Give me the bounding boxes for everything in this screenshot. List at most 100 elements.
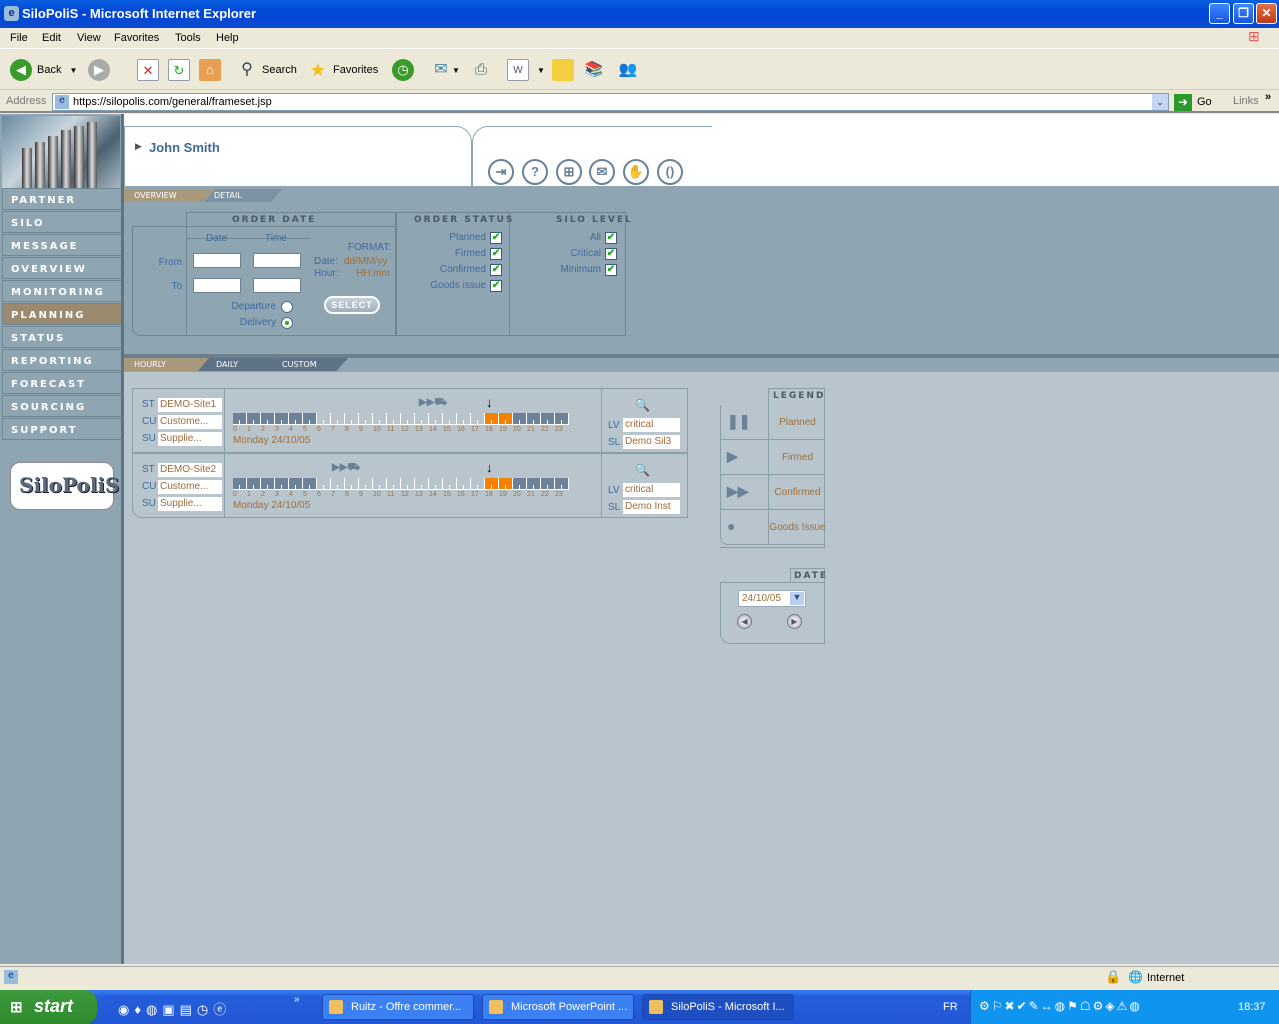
menu-tools[interactable]: Tools: [175, 32, 201, 44]
forward-button[interactable]: ▶: [88, 58, 110, 82]
tray-icons[interactable]: ⚙⚐✖✔✎↔◍⚑☖⚙◈⚠◍: [979, 999, 1142, 1013]
hour-cell[interactable]: [303, 413, 317, 425]
favorites-button[interactable]: ★ Favorites: [307, 58, 378, 82]
silo-level-checkbox[interactable]: ✔: [605, 264, 617, 276]
sidebar-item-partner[interactable]: PARTNER: [2, 188, 122, 210]
from-time-input[interactable]: [253, 253, 301, 268]
to-time-input[interactable]: [253, 278, 301, 293]
hour-cell[interactable]: [415, 413, 429, 425]
history-button[interactable]: ◷: [392, 58, 414, 82]
delivery-radio[interactable]: [281, 317, 293, 329]
sidebar-item-status[interactable]: STATUS: [2, 326, 122, 348]
url-input[interactable]: e https://silopolis.com/general/frameset…: [52, 93, 1169, 111]
hour-cell[interactable]: [457, 413, 471, 425]
hour-cell[interactable]: [359, 478, 373, 490]
hour-cell[interactable]: [513, 413, 527, 425]
hour-cell[interactable]: [555, 478, 569, 490]
hour-cell[interactable]: [499, 478, 513, 490]
taskbar-task[interactable]: SiloPoliS - Microsoft I...: [642, 994, 794, 1020]
menu-view[interactable]: View: [77, 32, 101, 44]
messenger-button[interactable]: 👥: [617, 58, 639, 82]
menu-favorites[interactable]: Favorites: [114, 32, 159, 44]
quick-launch-more-icon[interactable]: »: [294, 994, 300, 1005]
back-dropdown-icon[interactable]: ▼: [69, 66, 77, 75]
departure-radio[interactable]: [281, 301, 293, 313]
to-date-input[interactable]: [193, 278, 241, 293]
hour-cell[interactable]: [415, 478, 429, 490]
hour-cell[interactable]: [401, 478, 415, 490]
hour-cell[interactable]: [499, 413, 513, 425]
mail-icon[interactable]: ✉: [589, 159, 615, 185]
taskbar-task[interactable]: Ruitz - Offre commer...: [322, 994, 474, 1020]
print-button[interactable]: ⎙: [470, 58, 492, 82]
search-button[interactable]: ⚲ Search: [236, 58, 297, 82]
hour-cell[interactable]: [485, 413, 499, 425]
hour-cell[interactable]: [289, 478, 303, 490]
menu-help[interactable]: Help: [216, 32, 239, 44]
prev-date-button[interactable]: ◀: [737, 614, 752, 629]
hour-cell[interactable]: [443, 478, 457, 490]
hour-cell[interactable]: [373, 413, 387, 425]
sidebar-item-silo[interactable]: SILO: [2, 211, 122, 233]
help-icon[interactable]: ?: [522, 159, 548, 185]
sidebar-item-sourcing[interactable]: SOURCING: [2, 395, 122, 417]
edit-button[interactable]: W ▼: [507, 58, 545, 82]
back-button[interactable]: ◀ Back ▼: [10, 58, 77, 82]
sidebar-item-forecast[interactable]: FORECAST: [2, 372, 122, 394]
hour-cell[interactable]: [331, 413, 345, 425]
sidebar-item-support[interactable]: SUPPORT: [2, 418, 122, 440]
logout-icon[interactable]: ⇥: [488, 159, 514, 185]
hour-cell[interactable]: [317, 478, 331, 490]
sidebar-item-overview[interactable]: OVERVIEW: [2, 257, 122, 279]
sidebar-item-monitoring[interactable]: MONITORING: [2, 280, 122, 302]
order-status-checkbox[interactable]: ✔: [490, 232, 502, 244]
hour-cell[interactable]: [541, 413, 555, 425]
home-button[interactable]: ⌂: [199, 58, 221, 82]
go-button[interactable]: ➜ Go: [1174, 93, 1212, 111]
mail-button[interactable]: ✉ ▼: [430, 58, 460, 82]
customer-value[interactable]: Custome...: [158, 480, 222, 494]
language-indicator[interactable]: FR: [943, 1001, 958, 1013]
minimize-button[interactable]: _: [1209, 3, 1230, 24]
truck-confirmed-icon[interactable]: ▶▶⛟: [332, 462, 360, 475]
hour-cell[interactable]: [261, 413, 275, 425]
refresh-button[interactable]: ↻: [168, 58, 190, 82]
magnifier-icon[interactable]: 🔍: [635, 398, 650, 412]
site-value[interactable]: DEMO-Site1: [158, 398, 222, 412]
sitemap-icon[interactable]: ⊞: [556, 159, 582, 185]
date-select[interactable]: 24/10/05 ▼: [738, 590, 806, 607]
menu-edit[interactable]: Edit: [42, 32, 61, 44]
supplier-value[interactable]: Supplie...: [158, 432, 222, 446]
hour-cell[interactable]: [429, 478, 443, 490]
hour-cell[interactable]: [303, 478, 317, 490]
hour-cell[interactable]: [387, 478, 401, 490]
restore-button[interactable]: ❐: [1233, 3, 1254, 24]
hour-cell[interactable]: [457, 478, 471, 490]
silo-level-checkbox[interactable]: ✔: [605, 248, 617, 260]
taskbar-task[interactable]: Microsoft PowerPoint ...: [482, 994, 634, 1020]
sidebar-item-message[interactable]: MESSAGE: [2, 234, 122, 256]
order-status-checkbox[interactable]: ✔: [490, 280, 502, 292]
hour-cell[interactable]: [485, 478, 499, 490]
hour-cell[interactable]: [443, 413, 457, 425]
hour-cell[interactable]: [555, 413, 569, 425]
hour-cell[interactable]: [373, 478, 387, 490]
from-date-input[interactable]: [193, 253, 241, 268]
hour-cell[interactable]: [387, 413, 401, 425]
url-dropdown-icon[interactable]: ⌄: [1152, 94, 1168, 110]
tab-daily[interactable]: DAILY: [198, 358, 276, 371]
links-button[interactable]: Links: [1233, 95, 1259, 107]
sidebar-item-reporting[interactable]: REPORTING: [2, 349, 122, 371]
links-chevron-icon[interactable]: »: [1265, 91, 1271, 103]
hour-cell[interactable]: [401, 413, 415, 425]
hour-cell[interactable]: [247, 478, 261, 490]
supplier-value[interactable]: Supplie...: [158, 497, 222, 511]
customer-value[interactable]: Custome...: [158, 415, 222, 429]
hour-cell[interactable]: [233, 413, 247, 425]
menu-file[interactable]: File: [10, 32, 28, 44]
close-button[interactable]: ✕: [1256, 3, 1277, 24]
silo-level-checkbox[interactable]: ✔: [605, 232, 617, 244]
hour-cell[interactable]: [331, 478, 345, 490]
magnifier-icon[interactable]: 🔍: [635, 463, 650, 477]
quick-launch[interactable]: ◉♦◍▣▤◷ⓔ: [118, 999, 231, 1018]
